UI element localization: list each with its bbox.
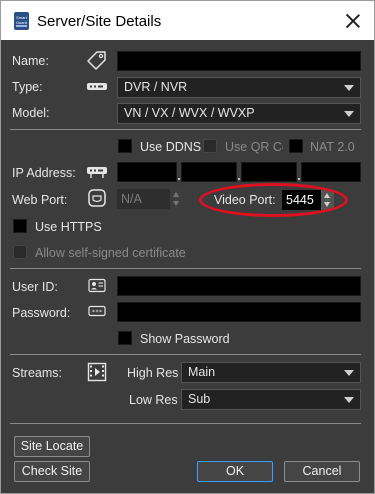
ip-octet-2-field[interactable] bbox=[181, 162, 237, 182]
divider bbox=[10, 354, 361, 355]
chevron-down-icon bbox=[344, 85, 354, 91]
cancel-button[interactable]: Cancel bbox=[284, 461, 360, 482]
web-port-icon bbox=[88, 189, 106, 207]
use-qr-checkbox[interactable] bbox=[203, 139, 217, 153]
type-select-value: DVR / NVR bbox=[124, 80, 188, 94]
low-res-select[interactable]: Sub bbox=[181, 389, 361, 410]
arrow-down-icon bbox=[173, 201, 179, 206]
check-site-button[interactable]: Check Site bbox=[14, 461, 90, 482]
use-ddns-checkbox[interactable] bbox=[118, 139, 132, 153]
low-res-label: Low Res bbox=[129, 393, 178, 407]
web-port-spinbox[interactable]: N/A bbox=[117, 189, 183, 209]
user-id-label: User ID: bbox=[12, 280, 58, 294]
allow-self-signed-checkbox[interactable] bbox=[13, 245, 27, 259]
password-field[interactable] bbox=[117, 302, 361, 322]
show-password-checkbox[interactable] bbox=[118, 331, 132, 345]
model-label: Model: bbox=[12, 106, 50, 120]
show-password-label: Show Password bbox=[140, 332, 230, 346]
high-res-label: High Res bbox=[127, 366, 179, 380]
chevron-down-icon bbox=[344, 111, 354, 117]
password-label: Password: bbox=[12, 306, 71, 320]
model-select-value: VN / VX / WVX / WVXP bbox=[124, 106, 255, 120]
title-bar: Smart Guard Server/Site Details bbox=[0, 0, 375, 40]
window-title: Server/Site Details bbox=[37, 13, 162, 30]
high-res-value: Main bbox=[188, 365, 216, 379]
chevron-down-icon bbox=[344, 397, 354, 403]
ok-button[interactable]: OK bbox=[197, 461, 273, 482]
user-id-field[interactable] bbox=[117, 276, 361, 296]
use-ddns-label: Use DDNS bbox=[140, 140, 202, 154]
ip-dot bbox=[298, 178, 300, 180]
web-port-value: N/A bbox=[121, 192, 142, 206]
type-select[interactable]: DVR / NVR bbox=[117, 77, 361, 98]
allow-self-signed-label: Allow self-signed certificate bbox=[35, 246, 186, 260]
ip-dot bbox=[238, 178, 240, 180]
app-logo-text: Smart Guard bbox=[15, 15, 28, 25]
divider bbox=[10, 129, 361, 130]
divider bbox=[10, 268, 361, 269]
ip-address-label: IP Address: bbox=[12, 166, 76, 180]
ip-octet-3-field[interactable] bbox=[241, 162, 297, 182]
name-label: Name: bbox=[12, 54, 49, 68]
web-port-label: Web Port: bbox=[12, 193, 68, 207]
app-logo-icon: Smart Guard bbox=[14, 12, 29, 30]
nat-checkbox[interactable] bbox=[289, 139, 303, 153]
chevron-down-icon bbox=[344, 370, 354, 376]
svg-text:***: *** bbox=[92, 309, 103, 316]
id-card-icon bbox=[88, 278, 106, 293]
dvr-device-icon bbox=[87, 83, 107, 90]
spin-arrows[interactable] bbox=[170, 189, 183, 209]
site-locate-button[interactable]: Site Locate bbox=[14, 436, 90, 457]
model-select[interactable]: VN / VX / WVX / WVXP bbox=[117, 103, 361, 124]
video-port-highlight-ellipse bbox=[199, 183, 348, 217]
close-icon[interactable] bbox=[342, 10, 364, 32]
divider bbox=[10, 423, 361, 424]
use-qr-label: Use QR Co bbox=[225, 140, 283, 154]
type-label: Type: bbox=[12, 80, 43, 94]
high-res-select[interactable]: Main bbox=[181, 362, 361, 383]
ip-octet-1-field[interactable] bbox=[117, 162, 177, 182]
streams-label: Streams: bbox=[12, 366, 63, 380]
use-https-label: Use HTTPS bbox=[35, 220, 102, 234]
password-keypad-icon: *** bbox=[88, 305, 106, 317]
name-field[interactable] bbox=[117, 51, 361, 71]
video-stream-icon bbox=[87, 362, 107, 382]
arrow-up-icon bbox=[173, 192, 179, 197]
low-res-value: Sub bbox=[188, 392, 211, 406]
use-https-checkbox[interactable] bbox=[13, 219, 27, 233]
nat-label: NAT 2.0 bbox=[310, 140, 355, 154]
ip-octet-4-field[interactable] bbox=[301, 162, 361, 182]
network-device-icon bbox=[87, 167, 107, 178]
ip-dot bbox=[178, 178, 180, 180]
tag-icon bbox=[87, 51, 106, 70]
